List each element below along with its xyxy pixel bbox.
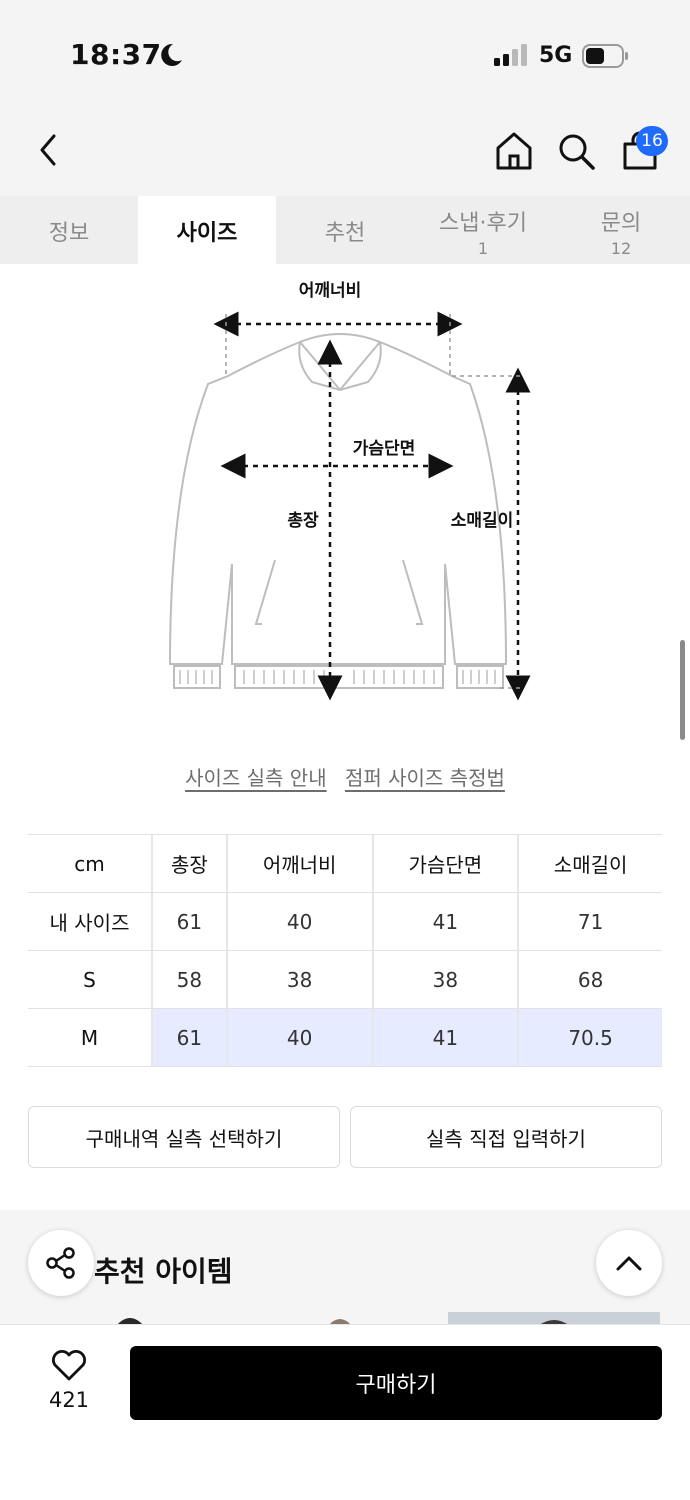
table-row-highlighted: M 61 40 41 70.5 [28,1008,662,1067]
table-cell: 38 [225,950,373,1009]
chevron-up-icon [616,1256,642,1271]
table-cell: 40 [225,1008,373,1067]
table-cell: 40 [225,892,373,951]
table-header-row: cm 총장 어깨너비 가슴단면 소매길이 [28,834,662,893]
table-cell: 70.5 [517,1008,662,1067]
tab-info[interactable]: 정보 [0,196,138,264]
column-header: 소매길이 [517,834,662,893]
like-count: 421 [48,1388,90,1412]
tab-label: 추천 [324,221,366,246]
battery-icon [582,44,628,68]
table-row: 내 사이즈 61 40 41 71 [28,892,662,951]
tab-label: 사이즈 [176,221,238,246]
size-guide-links: 사이즈 실측 안내 점퍼 사이즈 측정법 [0,762,690,791]
moon-icon [161,43,182,66]
heart-icon[interactable] [50,1348,88,1382]
table-cell: 58 [151,950,227,1009]
size-measurement-diagram: 어깨너비 가슴단면 총장 소매길이 [168,281,531,701]
cart-count-badge: 16 [636,126,668,156]
table-cell: 41 [371,1008,519,1067]
tab-count: 1 [477,239,489,258]
actual-size-guide-link[interactable]: 사이즈 실측 안내 [185,766,327,790]
tab-inquiry[interactable]: 문의 12 [552,196,690,264]
network-label: 5G [539,43,573,68]
row-label: M [28,1008,152,1067]
measure-method-link[interactable]: 점퍼 사이즈 측정법 [345,766,505,790]
share-button[interactable] [28,1230,94,1296]
status-time: 18:37 [70,38,162,71]
search-icon[interactable] [557,132,597,172]
label-length: 총장 [287,511,319,531]
table-cell: 41 [371,892,519,951]
column-header: 총장 [151,834,227,893]
ribbing-lines [179,670,496,684]
table-cell: 61 [151,892,227,951]
home-icon[interactable] [494,130,534,172]
table-cell: 61 [151,1008,227,1067]
tab-recommend[interactable]: 추천 [276,196,414,264]
top-nav [0,100,690,196]
label-sleeve: 소매길이 [451,511,514,531]
row-label: S [28,950,152,1009]
recommend-title: 추천 아이템 [94,1255,233,1288]
column-header: 어깨너비 [225,834,373,893]
tab-count: 12 [610,239,632,258]
tab-size[interactable]: 사이즈 [138,196,276,264]
product-tabs: 정보 사이즈 추천 스냅·후기 1 문의 12 [0,196,690,264]
scroll-top-button[interactable] [596,1230,662,1296]
row-label: 내 사이즈 [28,892,152,951]
column-header: 가슴단면 [371,834,519,893]
label-chest: 가슴단면 [353,439,416,459]
tab-label: 문의 [600,211,642,236]
size-table: cm 총장 어깨너비 가슴단면 소매길이 내 사이즈 61 40 41 71 S… [28,834,662,1067]
share-icon [46,1247,75,1279]
back-icon[interactable] [30,130,66,170]
table-cell: 68 [517,950,662,1009]
table-cell: 38 [371,950,519,1009]
tab-snap-review[interactable]: 스냅·후기 1 [414,196,552,264]
table-row: S 58 38 38 68 [28,950,662,1009]
unit-header: cm [28,834,152,893]
buy-button[interactable]: 구매하기 [130,1346,662,1420]
tab-label: 정보 [48,221,90,246]
enter-manually-button[interactable]: 실측 직접 입력하기 [350,1106,662,1168]
tab-label: 스냅·후기 [439,211,527,236]
scrollbar[interactable] [680,640,685,740]
guide-lines [225,314,524,689]
table-cell: 71 [517,892,662,951]
label-shoulder: 어깨너비 [299,281,362,301]
select-from-history-button[interactable]: 구매내역 실측 선택하기 [28,1106,340,1168]
signal-icon [494,44,527,66]
status-bar: 18:37 5G [0,0,690,100]
